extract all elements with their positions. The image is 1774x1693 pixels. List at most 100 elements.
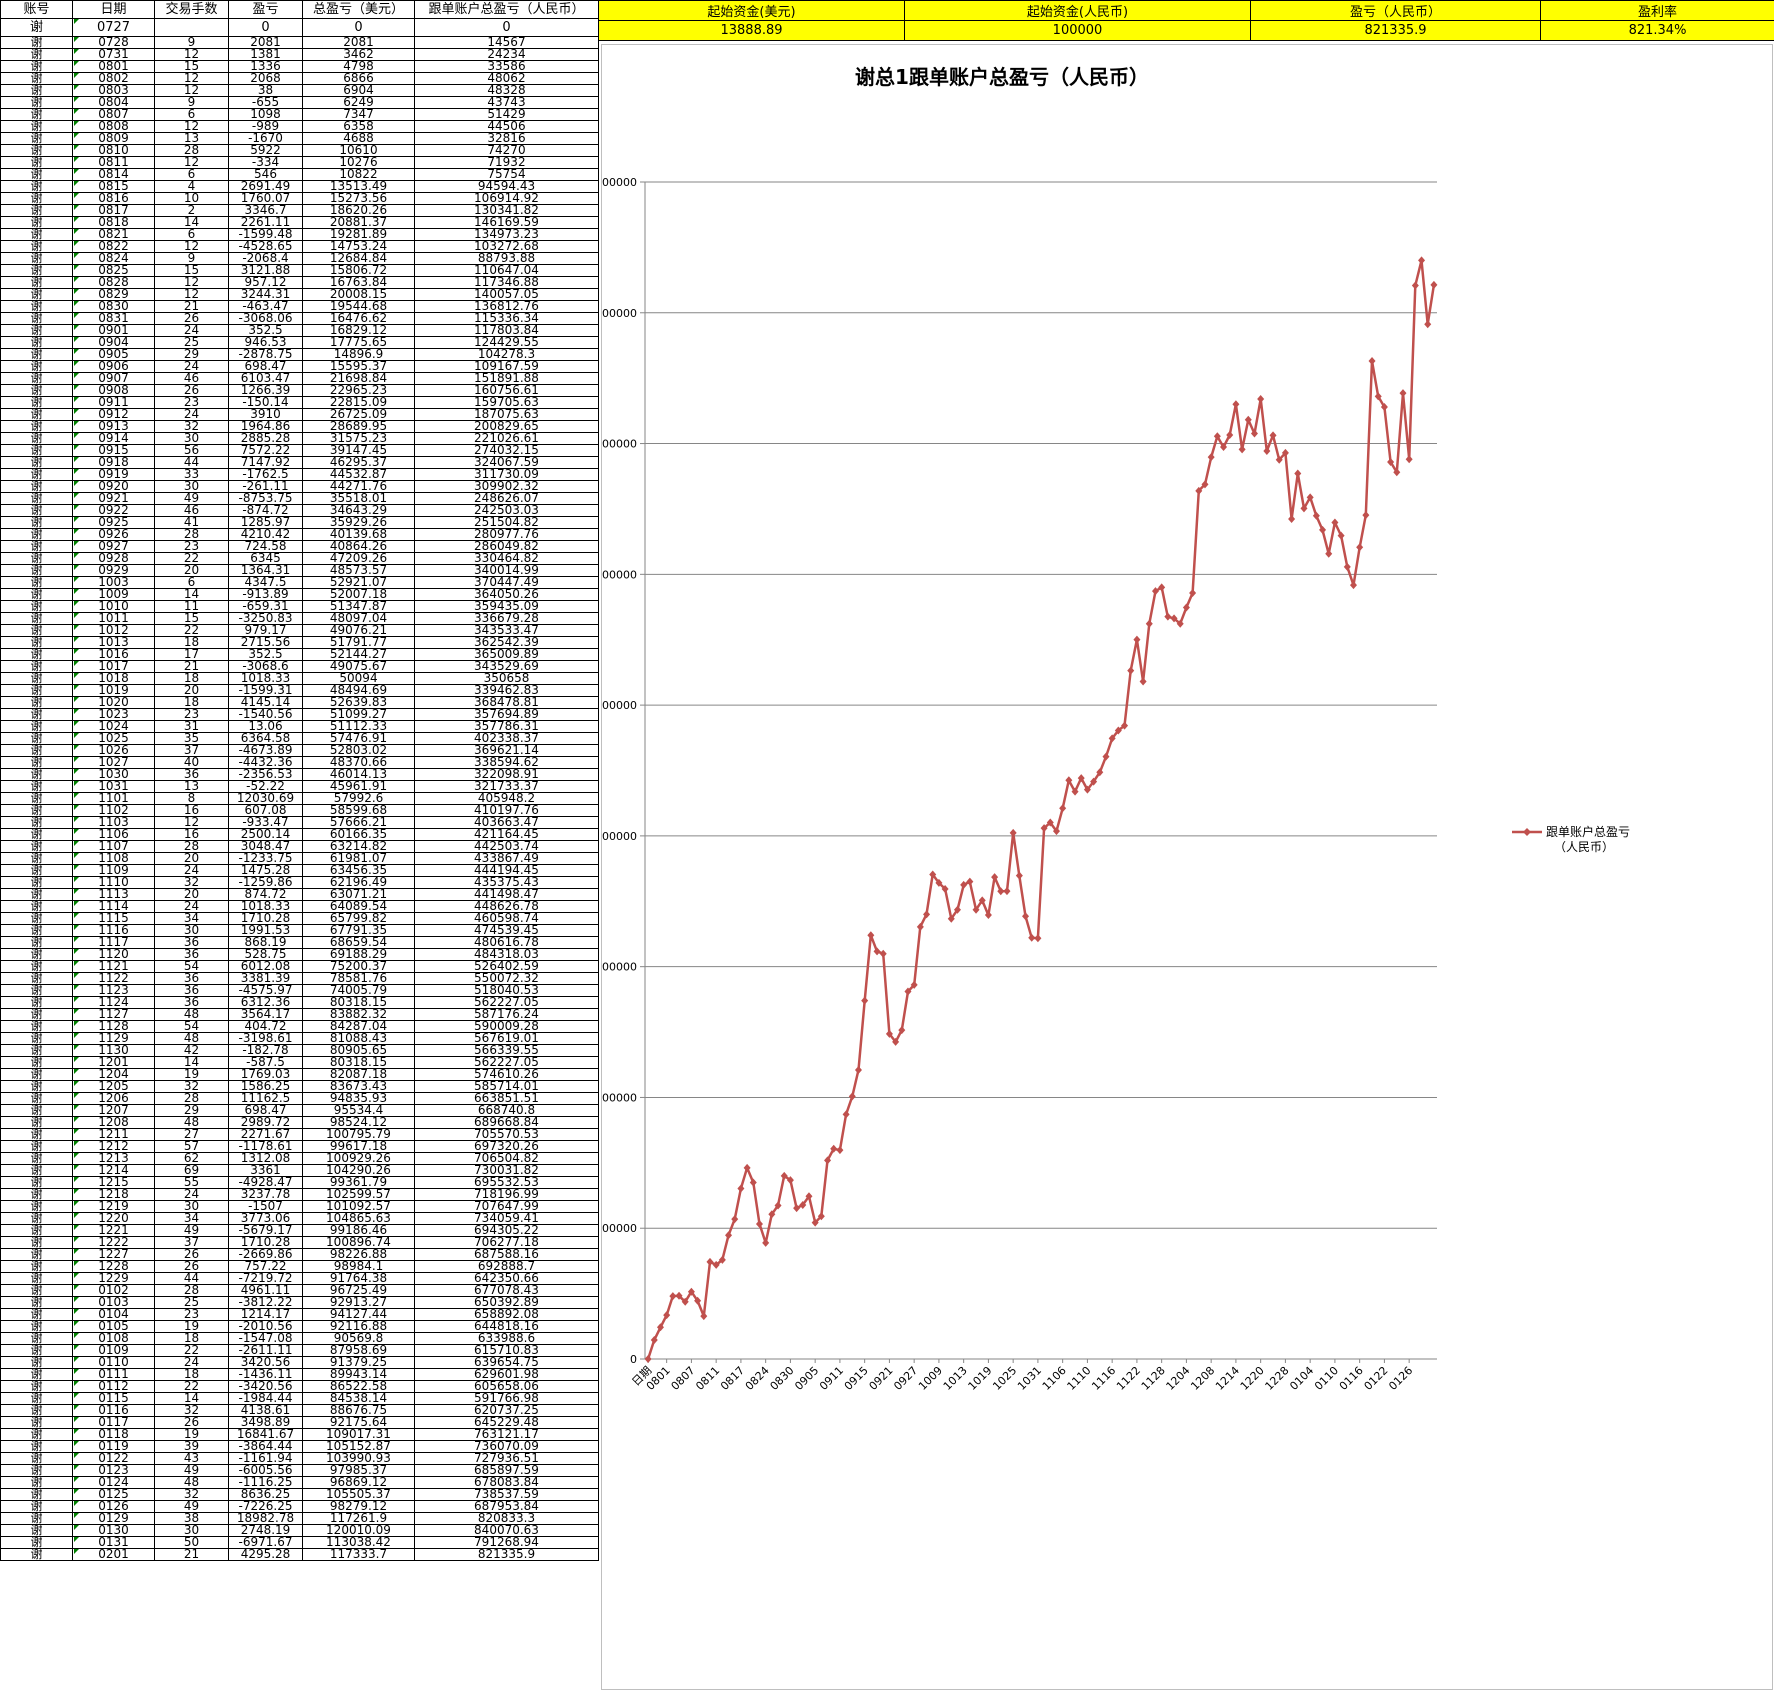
- cell-total-cny[interactable]: 840070.63: [414, 1524, 599, 1537]
- data-point[interactable]: [1164, 612, 1172, 621]
- cell-total-usd[interactable]: 40139.68: [302, 528, 415, 541]
- cell-pnl[interactable]: 979.17: [228, 624, 303, 637]
- cell-date[interactable]: 1212: [72, 1140, 155, 1153]
- cell-lots[interactable]: 48: [154, 1008, 229, 1021]
- cell-account[interactable]: 谢: [0, 180, 73, 193]
- cell-lots[interactable]: 28: [154, 840, 229, 853]
- cell-total-usd[interactable]: 120010.09: [302, 1524, 415, 1537]
- cell-account[interactable]: 谢: [0, 756, 73, 769]
- header-date[interactable]: 日期: [72, 0, 155, 19]
- cell-account[interactable]: 谢: [0, 300, 73, 313]
- cell-total-cny[interactable]: 343529.69: [414, 660, 599, 673]
- cell-pnl[interactable]: -1599.31: [228, 684, 303, 697]
- cell-date[interactable]: 0129: [72, 1512, 155, 1525]
- cell-total-cny[interactable]: 286049.82: [414, 540, 599, 553]
- data-point[interactable]: [1232, 400, 1240, 409]
- cell-total-cny[interactable]: 441498.47: [414, 888, 599, 901]
- cell-total-cny[interactable]: 109167.59: [414, 360, 599, 373]
- cell-date[interactable]: 0117: [72, 1416, 155, 1429]
- cell-lots[interactable]: 30: [154, 1200, 229, 1213]
- cell-pnl[interactable]: 3361: [228, 1164, 303, 1177]
- cell-date[interactable]: 1031: [72, 780, 155, 793]
- cell-total-cny[interactable]: 151891.88: [414, 372, 599, 385]
- cell-lots[interactable]: 42: [154, 1044, 229, 1057]
- cell-total-cny[interactable]: 791268.94: [414, 1536, 599, 1549]
- cell-account[interactable]: 谢: [0, 1092, 73, 1105]
- cell-total-usd[interactable]: 94127.44: [302, 1308, 415, 1321]
- cell-date[interactable]: 0908: [72, 384, 155, 397]
- cell-pnl[interactable]: -1599.48: [228, 228, 303, 241]
- cell-total-usd[interactable]: 88676.75: [302, 1404, 415, 1417]
- cell-total-usd[interactable]: 20008.15: [302, 288, 415, 301]
- cell-total-usd[interactable]: 16829.12: [302, 324, 415, 337]
- cell-account[interactable]: 谢: [0, 444, 73, 457]
- cell-date[interactable]: 0913: [72, 420, 155, 433]
- cell-account[interactable]: 谢: [0, 1068, 73, 1081]
- cell-total-cny[interactable]: 200829.65: [414, 420, 599, 433]
- cell-total-cny[interactable]: 707647.99: [414, 1200, 599, 1213]
- cell-date[interactable]: 0108: [72, 1332, 155, 1345]
- cell-total-cny[interactable]: 134973.23: [414, 228, 599, 241]
- cell-pnl[interactable]: -3420.56: [228, 1380, 303, 1393]
- cell-lots[interactable]: 29: [154, 348, 229, 361]
- cell-account[interactable]: 谢: [0, 780, 73, 793]
- cell-total-cny[interactable]: 642350.66: [414, 1272, 599, 1285]
- cell-account[interactable]: 谢: [0, 492, 73, 505]
- cell-pnl[interactable]: 2748.19: [228, 1524, 303, 1537]
- cell-date[interactable]: 0818: [72, 216, 155, 229]
- cell-total-cny[interactable]: 321733.37: [414, 780, 599, 793]
- cell-account[interactable]: 谢: [0, 1176, 73, 1189]
- data-point[interactable]: [1145, 619, 1153, 628]
- cell-date[interactable]: 1024: [72, 720, 155, 733]
- cell-total-cny[interactable]: 24234: [414, 48, 599, 61]
- cell-total-usd[interactable]: 46014.13: [302, 768, 415, 781]
- cell-pnl[interactable]: 4145.14: [228, 696, 303, 709]
- cell-lots[interactable]: 24: [154, 360, 229, 373]
- header-account[interactable]: 账号: [0, 0, 73, 19]
- cell-account[interactable]: 谢: [0, 1500, 73, 1513]
- cell-pnl[interactable]: -1507: [228, 1200, 303, 1213]
- cell-total-usd[interactable]: 57992.6: [302, 792, 415, 805]
- cell-total-cny[interactable]: 550072.32: [414, 972, 599, 985]
- cell-date[interactable]: 1113: [72, 888, 155, 901]
- cell-pnl[interactable]: 1760.07: [228, 192, 303, 205]
- cell-pnl[interactable]: -4575.97: [228, 984, 303, 997]
- cell-total-usd[interactable]: 96725.49: [302, 1284, 415, 1297]
- cell-total-cny[interactable]: 645229.48: [414, 1416, 599, 1429]
- cell-account[interactable]: 谢: [0, 768, 73, 781]
- data-point[interactable]: [836, 1146, 844, 1155]
- cell-date[interactable]: 1227: [72, 1248, 155, 1261]
- cell-lots[interactable]: 25: [154, 336, 229, 349]
- cell-date[interactable]: 0809: [72, 132, 155, 145]
- cell-total-usd[interactable]: 40864.26: [302, 540, 415, 553]
- cell-pnl[interactable]: 404.72: [228, 1020, 303, 1033]
- cell-total-cny[interactable]: 339462.83: [414, 684, 599, 697]
- cell-total-cny[interactable]: 574610.26: [414, 1068, 599, 1081]
- cell-total-usd[interactable]: 100795.79: [302, 1128, 415, 1141]
- cell-lots[interactable]: 36: [154, 948, 229, 961]
- cell-total-cny[interactable]: 160756.61: [414, 384, 599, 397]
- cell-date[interactable]: 1016: [72, 648, 155, 661]
- cell-date[interactable]: 1013: [72, 636, 155, 649]
- cell-total-cny[interactable]: 368478.81: [414, 696, 599, 709]
- cell-account[interactable]: 谢: [0, 348, 73, 361]
- cell-account[interactable]: 谢: [0, 1164, 73, 1177]
- cell-lots[interactable]: 34: [154, 912, 229, 925]
- cell-pnl[interactable]: 3244.31: [228, 288, 303, 301]
- cell-total-usd[interactable]: 17775.65: [302, 336, 415, 349]
- cell-pnl[interactable]: 607.08: [228, 804, 303, 817]
- cell-date[interactable]: 1116: [72, 924, 155, 937]
- cell-account[interactable]: 谢: [0, 1056, 73, 1069]
- cell-total-cny[interactable]: 48062: [414, 72, 599, 85]
- cell-total-cny[interactable]: 274032.15: [414, 444, 599, 457]
- cell-account[interactable]: 谢: [0, 528, 73, 541]
- cell-account[interactable]: 谢: [0, 1212, 73, 1225]
- cell-total-usd[interactable]: 63456.35: [302, 864, 415, 877]
- cell-date[interactable]: 0727: [72, 18, 155, 37]
- cell-account[interactable]: 谢: [0, 420, 73, 433]
- cell-pnl[interactable]: 3346.7: [228, 204, 303, 217]
- cell-pnl[interactable]: 1381: [228, 48, 303, 61]
- data-point[interactable]: [762, 1238, 770, 1247]
- cell-pnl[interactable]: 698.47: [228, 360, 303, 373]
- cell-total-cny[interactable]: 402338.37: [414, 732, 599, 745]
